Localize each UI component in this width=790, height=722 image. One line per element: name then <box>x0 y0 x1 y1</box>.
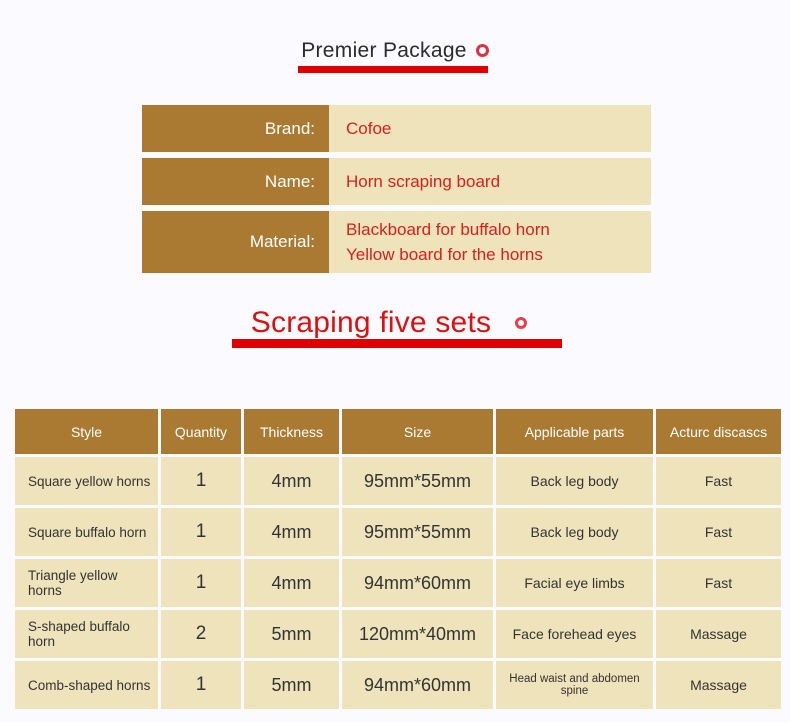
cell-size: 95mm*55mm <box>342 508 493 556</box>
cell-quantity: 1 <box>161 457 241 505</box>
cell-quantity: 1 <box>161 508 241 556</box>
table-header-style: Style <box>15 409 158 454</box>
table-row: Square yellow horns 1 4mm 95mm*55mm Back… <box>15 457 781 505</box>
table-row: Comb-shaped horns 1 5mm 94mm*60mm Head w… <box>15 661 781 709</box>
premier-package-title: Premier Package <box>301 39 467 62</box>
info-value-brand: Cofoe <box>329 105 651 152</box>
product-info-table: Brand: Cofoe Name: Horn scraping board M… <box>142 105 651 279</box>
table-row: S-shaped buffalo horn 2 5mm 120mm*40mm F… <box>15 610 781 658</box>
cell-quantity: 1 <box>161 559 241 607</box>
cell-thickness: 5mm <box>244 661 339 709</box>
cell-applicable-parts: Head waist and abdomen spine <box>496 661 653 709</box>
cell-style: Square yellow horns <box>15 457 158 505</box>
cell-size: 94mm*60mm <box>342 559 493 607</box>
info-value-name-line-1: Horn scraping board <box>346 172 501 191</box>
scraping-sets-heading-row: Scraping five sets <box>250 306 528 339</box>
cell-size: 95mm*55mm <box>342 457 493 505</box>
cell-acturc-discascs: Massage <box>656 661 781 709</box>
scraping-sets-underline <box>232 339 562 348</box>
cell-style: Triangle yellow horns <box>15 559 158 607</box>
premier-package-heading-row: Premier Package <box>301 40 489 61</box>
cell-acturc-discascs: Fast <box>656 559 781 607</box>
cell-size: 94mm*60mm <box>342 661 493 709</box>
cell-acturc-discascs: Fast <box>656 508 781 556</box>
table-header-applicable-parts: Applicable parts <box>496 409 653 454</box>
cell-acturc-discascs: Fast <box>656 457 781 505</box>
table-header-thickness: Thickness <box>244 409 339 454</box>
cell-applicable-parts: Back leg body <box>496 508 653 556</box>
info-value-name: Horn scraping board <box>329 158 651 205</box>
info-row-name: Name: Horn scraping board <box>142 158 651 205</box>
cell-applicable-parts: Back leg body <box>496 457 653 505</box>
scraping-sets-title: Scraping five sets <box>250 306 492 339</box>
table-row: Triangle yellow horns 1 4mm 94mm*60mm Fa… <box>15 559 781 607</box>
cell-style: Comb-shaped horns <box>15 661 158 709</box>
info-label-brand: Brand: <box>142 105 329 152</box>
cell-thickness: 5mm <box>244 610 339 658</box>
cell-size: 120mm*40mm <box>342 610 493 658</box>
cell-applicable-parts: Facial eye limbs <box>496 559 653 607</box>
premier-package-underline <box>298 66 488 73</box>
table-header-row: Style Quantity Thickness Size Applicable… <box>15 409 781 454</box>
premier-package-heading: Premier Package <box>0 40 790 62</box>
info-value-material-line-1: Blackboard for buffalo horn <box>346 220 550 239</box>
table-row: Square buffalo horn 1 4mm 95mm*55mm Back… <box>15 508 781 556</box>
info-row-brand: Brand: Cofoe <box>142 105 651 152</box>
info-label-material: Material: <box>142 211 329 273</box>
cell-applicable-parts: Face forehead eyes <box>496 610 653 658</box>
cell-quantity: 1 <box>161 661 241 709</box>
cell-style: S-shaped buffalo horn <box>15 610 158 658</box>
info-value-material: Blackboard for buffalo horn Yellow board… <box>329 211 651 273</box>
cell-thickness: 4mm <box>244 508 339 556</box>
ring-icon <box>475 44 489 57</box>
info-value-brand-line-1: Cofoe <box>346 119 392 138</box>
ring-icon <box>515 317 528 329</box>
table-header-size: Size <box>342 409 493 454</box>
cell-thickness: 4mm <box>244 457 339 505</box>
info-value-material-line-2: Yellow board for the horns <box>346 245 543 264</box>
cell-quantity: 2 <box>161 610 241 658</box>
table-header-acturc-discascs: Acturc discascs <box>656 409 781 454</box>
cell-thickness: 4mm <box>244 559 339 607</box>
info-row-material: Material: Blackboard for buffalo horn Ye… <box>142 211 651 273</box>
specification-table: Style Quantity Thickness Size Applicable… <box>12 406 784 712</box>
info-label-name: Name: <box>142 158 329 205</box>
table-header-quantity: Quantity <box>161 409 241 454</box>
cell-style: Square buffalo horn <box>15 508 158 556</box>
scraping-sets-heading: Scraping five sets <box>0 308 790 338</box>
cell-acturc-discascs: Massage <box>656 610 781 658</box>
